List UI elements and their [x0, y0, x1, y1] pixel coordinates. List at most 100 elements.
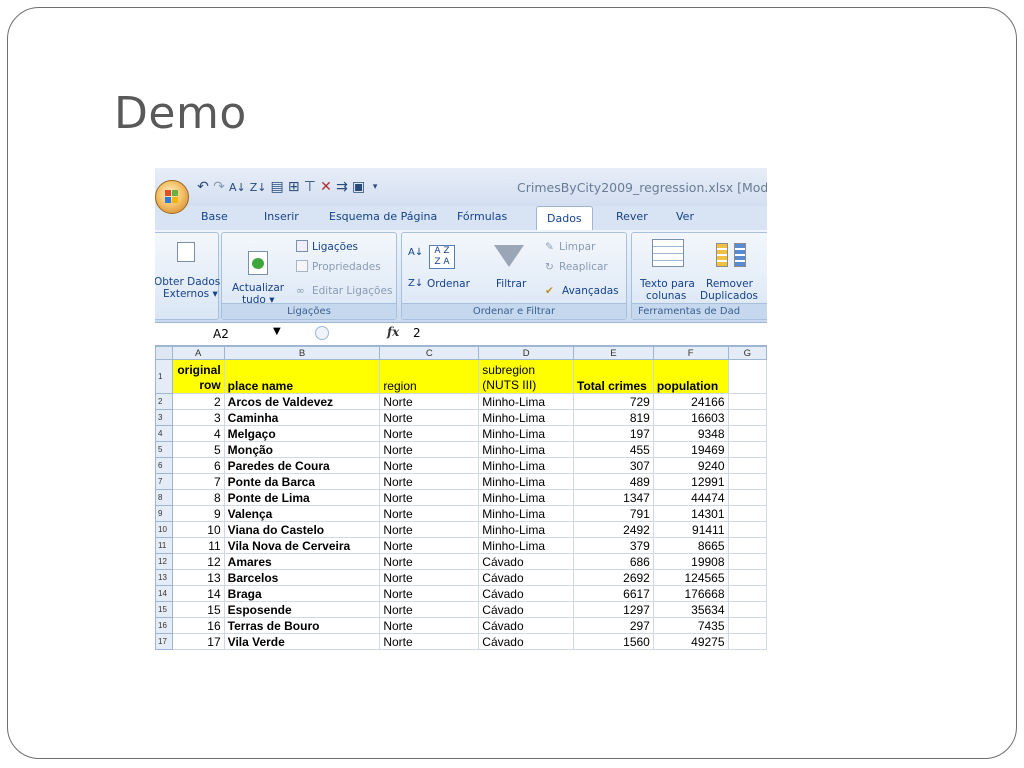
select-all-corner[interactable]: [155, 346, 173, 360]
cell-original-row[interactable]: 17: [171, 633, 225, 650]
tab-base[interactable]: Base: [201, 210, 228, 223]
cell-place-name[interactable]: Ponte de Lima: [223, 489, 381, 506]
cell-empty[interactable]: [727, 521, 767, 538]
cell-population[interactable]: 176668: [652, 585, 729, 602]
cell-total-crimes[interactable]: 2692: [573, 569, 654, 586]
cell-place-name[interactable]: Barcelos: [223, 569, 381, 586]
formula-value[interactable]: 2: [413, 326, 421, 340]
cell-population[interactable]: 91411: [652, 521, 729, 538]
cell-place-name[interactable]: Vila Verde: [223, 633, 381, 650]
cell-population[interactable]: 9348: [652, 425, 729, 442]
cell-subregion[interactable]: Minho-Lima: [478, 393, 574, 410]
sort-asc-icon[interactable]: A↓: [229, 181, 246, 194]
cell-empty[interactable]: [727, 359, 767, 394]
cell-region[interactable]: Norte: [379, 585, 480, 602]
cell-place-name[interactable]: Paredes de Coura: [223, 457, 381, 474]
cell-population[interactable]: 14301: [652, 505, 729, 522]
row-header[interactable]: 16: [155, 617, 173, 634]
cell-region[interactable]: Norte: [379, 521, 480, 538]
cell-region[interactable]: Norte: [379, 553, 480, 570]
cell-empty[interactable]: [727, 441, 767, 458]
cell-original-row[interactable]: 5: [171, 441, 225, 458]
cell-empty[interactable]: [727, 393, 767, 410]
cell-subregion[interactable]: Minho-Lima: [478, 505, 574, 522]
cell-subregion[interactable]: Cávado: [478, 585, 574, 602]
tab-esquema-de-pagina[interactable]: Esquema de Página: [329, 210, 437, 223]
cell-region[interactable]: Norte: [379, 537, 480, 554]
cell-empty[interactable]: [727, 569, 767, 586]
text-to-columns-button-line2[interactable]: colunas: [646, 290, 686, 302]
cell-total-crimes[interactable]: 6617: [573, 585, 654, 602]
row-header[interactable]: 15: [155, 601, 173, 618]
cell-original-row[interactable]: 4: [171, 425, 225, 442]
sort-az-icon[interactable]: A↓: [408, 247, 423, 259]
cell-place-name[interactable]: Braga: [223, 585, 381, 602]
chart-icon[interactable]: ▣: [352, 179, 365, 195]
cell-original-row[interactable]: 3: [171, 409, 225, 426]
cell-place-name[interactable]: Ponte da Barca: [223, 473, 381, 490]
links-button[interactable]: Ligações: [312, 241, 358, 253]
cell-population[interactable]: 7435: [652, 617, 729, 634]
redo-icon[interactable]: ↷: [213, 179, 225, 195]
wrap-icon[interactable]: ⇉: [336, 179, 348, 195]
column-header-f[interactable]: F: [652, 346, 729, 360]
cell-total-crimes[interactable]: 455: [573, 441, 654, 458]
cell-subregion[interactable]: Minho-Lima: [478, 425, 574, 442]
cell-region[interactable]: Norte: [379, 617, 480, 634]
cell-total-crimes[interactable]: 686: [573, 553, 654, 570]
cell-subregion[interactable]: Minho-Lima: [478, 441, 574, 458]
row-header[interactable]: 7: [155, 473, 173, 490]
cell-population[interactable]: 19469: [652, 441, 729, 458]
cell-original-row[interactable]: 8: [171, 489, 225, 506]
row-header[interactable]: 4: [155, 425, 173, 442]
row-header[interactable]: 14: [155, 585, 173, 602]
cell-place-name[interactable]: Amares: [223, 553, 381, 570]
cell-total-crimes[interactable]: 819: [573, 409, 654, 426]
cell-subregion[interactable]: Minho-Lima: [478, 521, 574, 538]
cell-region[interactable]: Norte: [379, 569, 480, 586]
cell-total-crimes[interactable]: 1297: [573, 601, 654, 618]
cell-region[interactable]: Norte: [379, 393, 480, 410]
cell-total-crimes[interactable]: 197: [573, 425, 654, 442]
cell-population[interactable]: 9240: [652, 457, 729, 474]
cell-place-name[interactable]: Valença: [223, 505, 381, 522]
cell-original-row[interactable]: 16: [171, 617, 225, 634]
cell-place-name[interactable]: Esposende: [223, 601, 381, 618]
name-box-dropdown-icon[interactable]: ▼: [273, 326, 281, 337]
tab-dados[interactable]: Dados: [536, 206, 593, 230]
cell-subregion[interactable]: Minho-Lima: [478, 457, 574, 474]
cell-region[interactable]: Norte: [379, 441, 480, 458]
row-header[interactable]: 1: [155, 359, 173, 394]
cell-empty[interactable]: [727, 553, 767, 570]
row-header[interactable]: 12: [155, 553, 173, 570]
cell-original-row[interactable]: 6: [171, 457, 225, 474]
delete-icon[interactable]: ✕: [320, 179, 332, 195]
cell-original-row[interactable]: 9: [171, 505, 225, 522]
column-header-b[interactable]: B: [223, 346, 381, 360]
name-box[interactable]: A2 ▼: [155, 325, 305, 343]
cell-total-crimes[interactable]: 489: [573, 473, 654, 490]
tab-rever[interactable]: Rever: [616, 210, 648, 223]
external-data-button-line2[interactable]: Externos ▾: [163, 288, 218, 300]
text-to-columns-button[interactable]: Texto para: [640, 278, 695, 290]
row-header[interactable]: 5: [155, 441, 173, 458]
cell-subregion[interactable]: Minho-Lima: [478, 537, 574, 554]
external-data-button[interactable]: Obter Dados: [155, 276, 220, 288]
cell-region[interactable]: Norte: [379, 457, 480, 474]
cell-population[interactable]: 44474: [652, 489, 729, 506]
cell-population[interactable]: 19908: [652, 553, 729, 570]
cell-empty[interactable]: [727, 585, 767, 602]
filter-button[interactable]: Filtrar: [496, 278, 526, 290]
header-cell-region[interactable]: region: [379, 359, 480, 394]
cell-subregion[interactable]: Cávado: [478, 633, 574, 650]
row-header[interactable]: 9: [155, 505, 173, 522]
column-header-d[interactable]: D: [478, 346, 574, 360]
header-cell-population[interactable]: population: [652, 359, 729, 394]
cell-region[interactable]: Norte: [379, 473, 480, 490]
cell-total-crimes[interactable]: 307: [573, 457, 654, 474]
header-cell-original-row[interactable]: original row: [171, 359, 225, 394]
cell-subregion[interactable]: Cávado: [478, 569, 574, 586]
cell-subregion[interactable]: Minho-Lima: [478, 409, 574, 426]
cell-place-name[interactable]: Caminha: [223, 409, 381, 426]
cell-place-name[interactable]: Monção: [223, 441, 381, 458]
